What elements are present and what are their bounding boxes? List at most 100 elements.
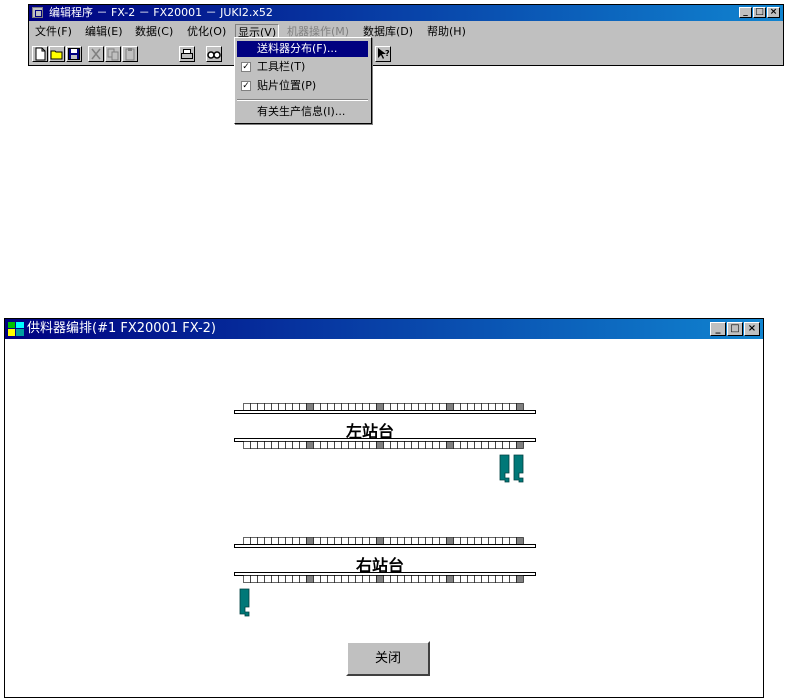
left-station-slot-top [348, 403, 356, 411]
left-station-slot-bottom [320, 441, 328, 449]
left-station-slot-top [495, 403, 503, 411]
right-station-slot-top [425, 537, 433, 545]
left-station-slot-top [257, 403, 265, 411]
left-station-slot-bottom [432, 441, 440, 449]
left-station-slot-bottom [453, 441, 461, 449]
right-station-slot-top [355, 537, 363, 545]
left-station-slot-bottom [488, 441, 496, 449]
right-station-slot-top [264, 537, 272, 545]
right-station-slot-bottom [250, 575, 258, 583]
right-station-slot-top [348, 537, 356, 545]
left-station-slot-top [516, 403, 524, 411]
feeder-icon [239, 588, 250, 617]
left-station-slot-top [285, 403, 293, 411]
right-station-label: 右站台 [355, 556, 404, 575]
left-station-slot-bottom [509, 441, 517, 449]
left-station-rail-top [234, 410, 536, 414]
right-station-slot-bottom [278, 575, 286, 583]
left-station-slot-bottom [516, 441, 524, 449]
left-station-slot-bottom [271, 441, 279, 449]
left-station-slot-bottom [446, 441, 454, 449]
right-station-slot-bottom [299, 575, 307, 583]
left-station-slot-bottom [292, 441, 300, 449]
right-station-slot-bottom [425, 575, 433, 583]
left-station-slot-top [355, 403, 363, 411]
left-station-slot-top [432, 403, 440, 411]
right-station-slot-top [453, 537, 461, 545]
left-station-slot-bottom [376, 441, 384, 449]
right-station-slot-bottom [264, 575, 272, 583]
right-station-slot-top [327, 537, 335, 545]
right-station-slot-top [341, 537, 349, 545]
right-station-slot-bottom [376, 575, 384, 583]
left-station-slot-bottom [397, 441, 405, 449]
feeder-icon [513, 454, 524, 483]
left-station-slot-bottom [362, 441, 370, 449]
left-station-slot-bottom [404, 441, 412, 449]
left-station-slot-bottom [299, 441, 307, 449]
right-station-slot-bottom [320, 575, 328, 583]
right-station-slot-bottom [488, 575, 496, 583]
right-station-slot-top [467, 537, 475, 545]
left-station-slot-top [383, 403, 391, 411]
right-station-slot-top [495, 537, 503, 545]
left-station-slot-bottom [467, 441, 475, 449]
right-station-slot-top [362, 537, 370, 545]
right-station-slot-bottom [439, 575, 447, 583]
right-station-slot-bottom [369, 575, 377, 583]
left-station-slot-bottom [411, 441, 419, 449]
left-station-slot-top [243, 403, 251, 411]
left-station-slot-top [362, 403, 370, 411]
left-station-slot-top [278, 403, 286, 411]
left-station-slot-top [250, 403, 258, 411]
left-station-label: 左站台 [345, 422, 394, 441]
right-station-slot-bottom [257, 575, 265, 583]
right-station-slot-bottom [306, 575, 314, 583]
left-station-slot-top [446, 403, 454, 411]
right-station-slot-top [257, 537, 265, 545]
right-station-slot-top [299, 537, 307, 545]
right-station-slot-top [369, 537, 377, 545]
left-station-slot-top [271, 403, 279, 411]
right-station-slot-bottom [502, 575, 510, 583]
right-station-slot-top [460, 537, 468, 545]
left-station-slot-top [397, 403, 405, 411]
left-station-slot-top [481, 403, 489, 411]
left-station-slot-top [411, 403, 419, 411]
right-station-slot-bottom [481, 575, 489, 583]
right-station-slot-top [439, 537, 447, 545]
right-station-slot-top [474, 537, 482, 545]
left-station-slot-bottom [460, 441, 468, 449]
right-station-slot-top [383, 537, 391, 545]
right-station-slot-bottom [474, 575, 482, 583]
close-button[interactable]: 关闭 [346, 641, 430, 676]
left-station-slot-bottom [313, 441, 321, 449]
left-station-slot-top [306, 403, 314, 411]
right-station-slot-bottom [509, 575, 517, 583]
right-station-slot-bottom [404, 575, 412, 583]
left-station-slot-bottom [481, 441, 489, 449]
right-station-slot-top [278, 537, 286, 545]
left-station-slot-top [439, 403, 447, 411]
left-station-slot-bottom [355, 441, 363, 449]
left-station-slot-bottom [285, 441, 293, 449]
right-station-slot-bottom [285, 575, 293, 583]
left-station-slot-top [460, 403, 468, 411]
right-station-slot-bottom [383, 575, 391, 583]
left-station-slot-bottom [327, 441, 335, 449]
right-station-slot-top [432, 537, 440, 545]
right-station-slot-bottom [355, 575, 363, 583]
right-station-slot-bottom [243, 575, 251, 583]
right-station-slot-top [292, 537, 300, 545]
left-station-slot-bottom [257, 441, 265, 449]
left-station-slot-top [292, 403, 300, 411]
right-station-slot-top [488, 537, 496, 545]
left-station-slot-top [376, 403, 384, 411]
right-station-slot-top [411, 537, 419, 545]
right-station-slot-top [404, 537, 412, 545]
left-station-slot-bottom [439, 441, 447, 449]
right-station-slot-bottom [495, 575, 503, 583]
feeder-icon [499, 454, 510, 483]
left-station-slot-top [453, 403, 461, 411]
left-station-slot-top [299, 403, 307, 411]
